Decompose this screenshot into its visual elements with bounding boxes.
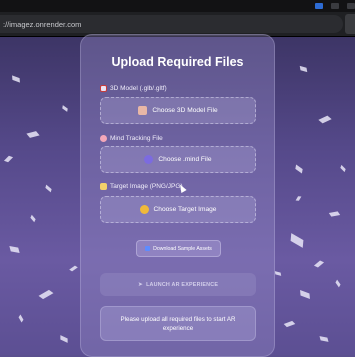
paper-shard xyxy=(60,335,68,343)
tab-icon[interactable] xyxy=(347,3,355,9)
brain-icon xyxy=(100,135,107,142)
mind-file-icon xyxy=(144,155,154,164)
paper-shard xyxy=(274,271,282,276)
page-title: Upload Required Files xyxy=(111,55,244,69)
target-label: Target Image (PNG/JPG) xyxy=(100,183,183,190)
paper-shard xyxy=(283,320,296,328)
download-samples-button[interactable]: Download Sample Assets xyxy=(136,240,221,257)
url-field[interactable]: ://imagez.onrender.com xyxy=(0,15,343,33)
launch-ar-button[interactable]: ➤ LAUNCH AR EXPERIENCE xyxy=(100,273,256,296)
rocket-icon: ➤ xyxy=(137,282,144,288)
paper-shard xyxy=(38,289,54,300)
mind-label-text: Mind Tracking File xyxy=(110,135,163,142)
cube-icon xyxy=(100,85,107,92)
url-text: ://imagez.onrender.com xyxy=(3,19,82,29)
paper-shard xyxy=(295,164,303,174)
paper-shard xyxy=(295,196,302,201)
window-controls xyxy=(315,1,355,11)
launch-label: LAUNCH AR EXPERIENCE xyxy=(146,281,219,288)
paper-shard xyxy=(318,115,332,124)
paper-shard xyxy=(9,246,20,253)
choose-model-label: Choose 3D Model File xyxy=(152,107,218,114)
paper-shard xyxy=(335,279,341,288)
paper-shard xyxy=(26,131,40,138)
paper-shard xyxy=(3,155,14,163)
file-icon xyxy=(138,106,148,115)
paper-shard xyxy=(340,164,346,173)
choose-target-label: Choose Target Image xyxy=(153,206,217,213)
paper-shard xyxy=(62,105,68,112)
paper-shard xyxy=(300,290,310,299)
paper-shard xyxy=(30,214,36,223)
choose-model-button[interactable]: Choose 3D Model File xyxy=(100,97,256,124)
extension-icon[interactable] xyxy=(345,14,355,34)
target-label-text: Target Image (PNG/JPG) xyxy=(110,183,183,190)
paper-shard xyxy=(12,75,20,83)
choose-target-button[interactable]: Choose Target Image xyxy=(100,196,256,223)
mind-label: Mind Tracking File xyxy=(100,135,163,142)
model-label: 3D Model (.glb/.gltf) xyxy=(100,85,167,92)
status-notice: Please upload all required files to star… xyxy=(100,306,256,341)
paper-shard xyxy=(328,211,341,217)
model-label-text: 3D Model (.glb/.gltf) xyxy=(110,85,167,92)
palette-icon xyxy=(139,205,149,214)
notice-text: Please upload all required files to star… xyxy=(120,315,236,332)
paper-shard xyxy=(319,336,329,342)
download-label: Download Sample Assets xyxy=(153,245,212,252)
paper-shard xyxy=(18,314,24,323)
paper-shard xyxy=(313,260,325,268)
paper-shard xyxy=(45,184,52,193)
paper-shard xyxy=(69,265,78,272)
choose-mind-button[interactable]: Choose .mind File xyxy=(100,146,256,173)
choose-mind-label: Choose .mind File xyxy=(158,156,212,163)
download-icon xyxy=(145,246,151,251)
paper-shard xyxy=(290,233,304,248)
tab-icon[interactable] xyxy=(331,3,339,9)
browser-tab-strip xyxy=(0,0,355,12)
tab-icon[interactable] xyxy=(315,3,323,9)
image-icon xyxy=(100,183,107,190)
